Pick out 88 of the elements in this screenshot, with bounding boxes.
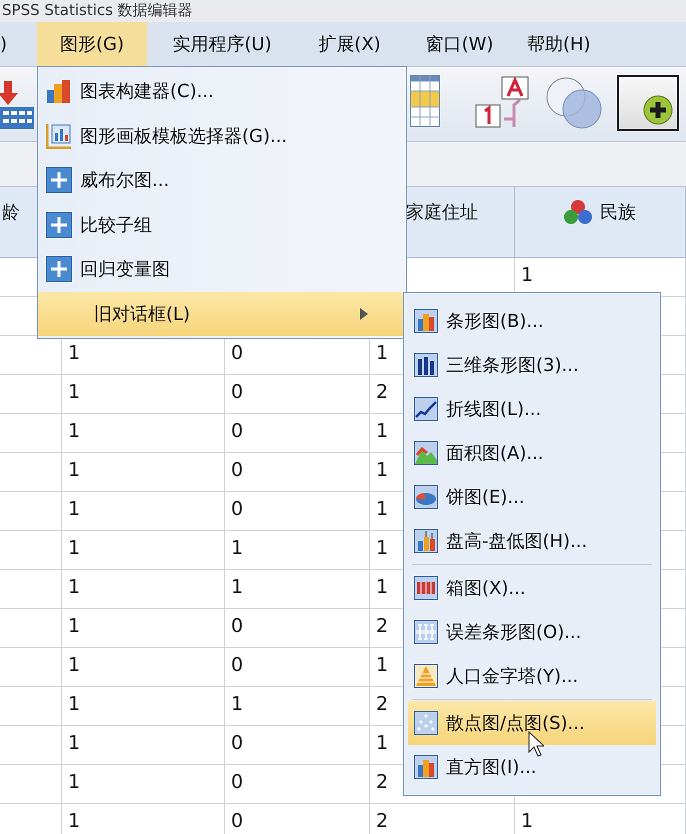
table-cell: 0 bbox=[231, 342, 244, 364]
menu-item[interactable]: 帮助(H) bbox=[517, 22, 601, 66]
menu-entry[interactable]: 三维条形图(3)... bbox=[408, 343, 656, 387]
table-cell: 2 bbox=[376, 810, 388, 832]
table-cell: 0 bbox=[231, 459, 244, 481]
column-header: 龄 bbox=[2, 201, 20, 224]
menu-entry[interactable]: 旧对话框(L) bbox=[38, 292, 406, 336]
table-cell: 1 bbox=[521, 810, 534, 832]
menu-entry[interactable]: 图形画板模板选择器(G)... bbox=[38, 114, 406, 158]
bar3d-chart-icon bbox=[414, 353, 438, 377]
table-cell: 1 bbox=[68, 810, 80, 832]
box-chart-icon bbox=[414, 576, 438, 600]
table-cell: 2 bbox=[376, 693, 388, 715]
table-cell: 1 bbox=[68, 771, 80, 793]
menu-entry[interactable]: 折线图(L)... bbox=[408, 387, 656, 431]
table-cell: 1 bbox=[68, 459, 80, 481]
table-cell: 2 bbox=[376, 381, 388, 403]
menu-entry[interactable]: 盘高-盘低图(H)... bbox=[408, 519, 656, 563]
table-cell: 1 bbox=[376, 342, 388, 364]
table-cell: 1 bbox=[68, 615, 80, 637]
table-cell: 0 bbox=[231, 420, 244, 442]
plus-icon bbox=[643, 95, 673, 125]
table-cell: 1 bbox=[376, 498, 388, 520]
table-cell: 1 bbox=[376, 537, 388, 559]
menu-item[interactable]: 扩展(X) bbox=[297, 22, 402, 66]
table-cell: 0 bbox=[231, 810, 244, 832]
menu-entry[interactable]: 箱图(X)... bbox=[408, 566, 656, 610]
pie-chart-icon bbox=[414, 485, 438, 509]
histogram-chart-icon bbox=[414, 755, 438, 779]
table-cell: 1 bbox=[68, 732, 80, 754]
table-cell: 0 bbox=[231, 498, 244, 520]
add-button[interactable] bbox=[617, 75, 679, 131]
table-cell: 1 bbox=[68, 381, 80, 403]
table-cell: 0 bbox=[231, 732, 244, 754]
menu-entry[interactable]: 饼图(E)... bbox=[408, 475, 656, 519]
table-cell: 1 bbox=[231, 576, 244, 598]
plus-icon bbox=[46, 212, 72, 238]
window-title: SPSS Statistics 数据编辑器 bbox=[1, 0, 194, 20]
menu-entry[interactable]: 误差条形图(O)... bbox=[408, 610, 656, 654]
column-header: 家庭住址 bbox=[406, 201, 478, 224]
table-cell: 1 bbox=[376, 654, 388, 676]
table-cell: 1 bbox=[231, 537, 244, 559]
menu-item[interactable]: 窗口(W) bbox=[402, 22, 517, 66]
pyramid-chart-icon bbox=[414, 664, 438, 688]
table-cell: 0 bbox=[231, 615, 244, 637]
table-cell: 2 bbox=[376, 771, 388, 793]
chart-template-icon bbox=[46, 122, 72, 149]
bar-chart-icon bbox=[46, 78, 72, 104]
import-icon[interactable] bbox=[0, 81, 34, 131]
table-cell: 1 bbox=[231, 693, 244, 715]
table-cell: 1 bbox=[521, 264, 534, 286]
table-cell: 2 bbox=[376, 615, 388, 637]
menu-entry[interactable]: 散点图/点图(S)... bbox=[408, 701, 656, 745]
table-cell: 1 bbox=[68, 654, 80, 676]
menu-item[interactable]: ) bbox=[0, 22, 37, 66]
area-chart-icon bbox=[414, 441, 438, 465]
hilo-chart-icon bbox=[414, 529, 438, 553]
nominal-icon bbox=[564, 199, 592, 225]
menu-item[interactable]: 图形(G) bbox=[37, 22, 147, 66]
table-cell: 1 bbox=[68, 537, 80, 559]
column-header: 民族 bbox=[600, 201, 636, 224]
plus-icon bbox=[46, 167, 72, 194]
errorbar-chart-icon bbox=[414, 620, 438, 644]
plus-icon bbox=[46, 256, 72, 282]
line-chart-icon bbox=[414, 397, 438, 421]
table-cell: 1 bbox=[376, 576, 388, 598]
menu-entry[interactable]: 威布尔图... bbox=[38, 158, 406, 202]
table-cell: 1 bbox=[68, 342, 80, 364]
table-cell: 0 bbox=[231, 381, 244, 403]
menu-entry[interactable]: 人口金字塔(Y)... bbox=[408, 654, 656, 698]
table-cell: 1 bbox=[376, 732, 388, 754]
table-icon[interactable] bbox=[410, 75, 440, 127]
table-cell: 0 bbox=[231, 771, 244, 793]
menu-entry[interactable]: 比较子组 bbox=[38, 202, 406, 247]
menu-entry[interactable]: 面积图(A)... bbox=[408, 431, 656, 475]
bar-chart-icon bbox=[414, 309, 438, 333]
table-cell: 1 bbox=[68, 576, 80, 598]
table-cell: 1 bbox=[68, 693, 80, 715]
table-cell: 1 bbox=[68, 420, 80, 442]
menu-entry[interactable]: 回归变量图 bbox=[38, 247, 406, 292]
table-cell: 0 bbox=[231, 654, 244, 676]
table-cell: 1 bbox=[376, 459, 388, 481]
cursor-icon bbox=[528, 731, 544, 757]
scatter-chart-icon bbox=[414, 711, 438, 735]
table-cell: 1 bbox=[68, 498, 80, 520]
table-cell: 1 bbox=[376, 420, 388, 442]
menu-item[interactable]: 实用程序(U) bbox=[147, 22, 297, 66]
menu-entry[interactable]: 条形图(B)... bbox=[408, 299, 656, 343]
